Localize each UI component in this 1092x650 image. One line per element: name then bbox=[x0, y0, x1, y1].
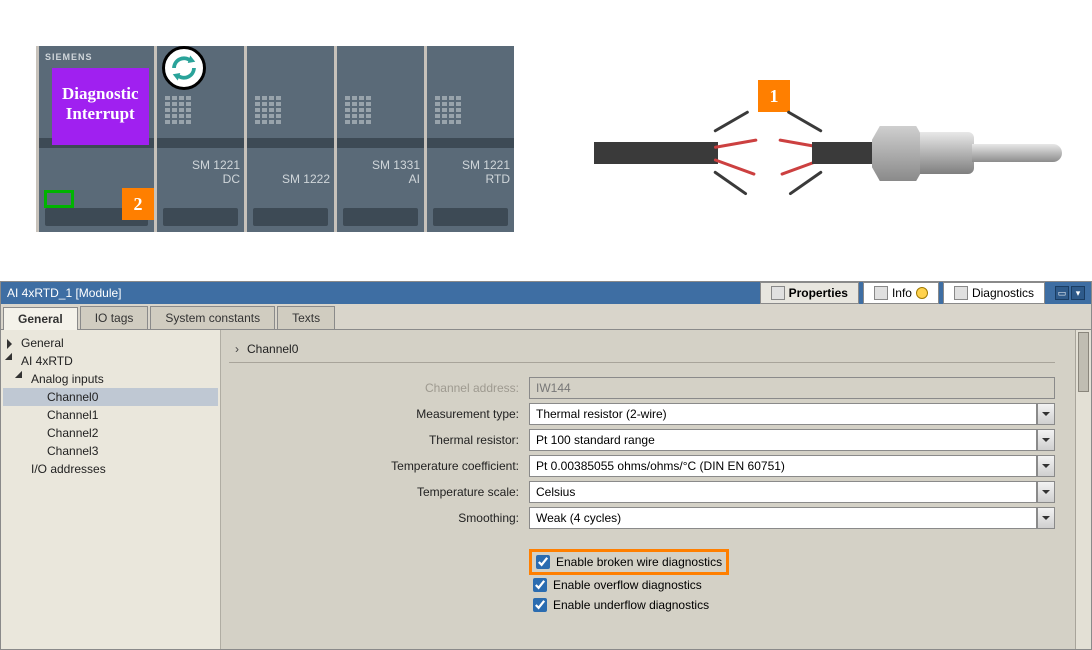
plc-module: SM 1221 RTD bbox=[424, 46, 514, 232]
temperature-scale-select[interactable] bbox=[529, 481, 1037, 503]
subtab-system-constants[interactable]: System constants bbox=[150, 306, 275, 329]
measurement-type-select[interactable] bbox=[529, 403, 1037, 425]
status-led bbox=[44, 190, 74, 208]
smoothing-label: Smoothing: bbox=[229, 511, 529, 525]
enable-underflow-checkbox[interactable] bbox=[533, 598, 547, 612]
info-badge-icon bbox=[916, 287, 928, 299]
tab-diagnostics[interactable]: Diagnostics bbox=[943, 282, 1045, 304]
module-label: SM 1331 AI bbox=[372, 158, 420, 186]
callout-1: 1 bbox=[758, 80, 790, 112]
section-title: Channel0 bbox=[229, 340, 1055, 363]
callout-2: 2 bbox=[122, 188, 154, 220]
tree-channel0[interactable]: Channel0 bbox=[3, 388, 218, 406]
thermal-resistor-label: Thermal resistor: bbox=[229, 433, 529, 447]
channel-address-field bbox=[529, 377, 1055, 399]
chevron-down-icon[interactable] bbox=[1037, 403, 1055, 425]
broken-wire-graphic bbox=[594, 124, 1064, 214]
chevron-down-icon[interactable] bbox=[1037, 507, 1055, 529]
module-label: SM 1221 DC bbox=[192, 158, 240, 186]
chevron-down-icon[interactable] bbox=[1037, 429, 1055, 451]
chevron-down-icon[interactable] bbox=[1037, 481, 1055, 503]
tree-module[interactable]: AI 4xRTD bbox=[3, 352, 218, 370]
subtabs: General IO tags System constants Texts bbox=[1, 304, 1091, 330]
tree-channel2[interactable]: Channel2 bbox=[3, 424, 218, 442]
nav-tree[interactable]: General AI 4xRTD Analog inputs Channel0 … bbox=[1, 330, 221, 649]
diagnostics-icon bbox=[954, 286, 968, 300]
titlebar: AI 4xRTD_1 [Module] Properties Info Diag… bbox=[1, 282, 1091, 304]
thermal-resistor-select[interactable] bbox=[529, 429, 1037, 451]
temperature-coefficient-select[interactable] bbox=[529, 455, 1037, 477]
measurement-type-label: Measurement type: bbox=[229, 407, 529, 421]
temperature-coefficient-label: Temperature coefficient: bbox=[229, 459, 529, 473]
subtab-io-tags[interactable]: IO tags bbox=[80, 306, 149, 329]
subtab-texts[interactable]: Texts bbox=[277, 306, 335, 329]
overflow-check-row: Enable overflow diagnostics bbox=[529, 575, 1055, 595]
tree-io-addresses[interactable]: I/O addresses bbox=[3, 460, 218, 478]
plc-module: SM 1221 DC bbox=[154, 46, 244, 232]
chevron-down-icon[interactable] bbox=[1037, 455, 1055, 477]
properties-icon bbox=[771, 286, 785, 300]
enable-broken-wire-label: Enable broken wire diagnostics bbox=[556, 555, 722, 569]
scrollbar[interactable] bbox=[1075, 330, 1091, 649]
channel-address-label: Channel address: bbox=[229, 381, 529, 395]
scrollbar-thumb[interactable] bbox=[1078, 332, 1089, 392]
plc-module: SM 1331 AI bbox=[334, 46, 424, 232]
broken-wire-check-row: Enable broken wire diagnostics bbox=[529, 549, 729, 575]
properties-window: AI 4xRTD_1 [Module] Properties Info Diag… bbox=[0, 281, 1092, 650]
tree-general[interactable]: General bbox=[3, 334, 218, 352]
enable-overflow-checkbox[interactable] bbox=[533, 578, 547, 592]
collapse-icon[interactable]: ▾ bbox=[1071, 286, 1085, 300]
underflow-check-row: Enable underflow diagnostics bbox=[529, 595, 1055, 615]
form-area: Channel0 Channel address: Measurement ty… bbox=[221, 330, 1091, 649]
brand-label: SIEMENS bbox=[45, 52, 93, 62]
plc-module: SM 1222 bbox=[244, 46, 334, 232]
plc-rack: SIEMENS SM 1221 DC SM 1222 SM 1331 AI SM… bbox=[36, 46, 514, 232]
info-icon bbox=[874, 286, 888, 300]
window-controls: ▭ ▾ bbox=[1055, 286, 1085, 300]
temperature-scale-label: Temperature scale: bbox=[229, 485, 529, 499]
tab-info[interactable]: Info bbox=[863, 282, 939, 304]
rtd-probe bbox=[872, 124, 1062, 184]
module-label: SM 1222 bbox=[282, 172, 330, 186]
enable-overflow-label: Enable overflow diagnostics bbox=[553, 578, 702, 592]
tree-channel1[interactable]: Channel1 bbox=[3, 406, 218, 424]
smoothing-select[interactable] bbox=[529, 507, 1037, 529]
tree-analog-inputs[interactable]: Analog inputs bbox=[3, 370, 218, 388]
tab-properties[interactable]: Properties bbox=[760, 282, 859, 304]
module-label: SM 1221 RTD bbox=[462, 158, 510, 186]
tree-channel3[interactable]: Channel3 bbox=[3, 442, 218, 460]
window-title: AI 4xRTD_1 [Module] bbox=[7, 286, 122, 300]
enable-underflow-label: Enable underflow diagnostics bbox=[553, 598, 709, 612]
subtab-general[interactable]: General bbox=[3, 307, 78, 330]
enable-broken-wire-checkbox[interactable] bbox=[536, 555, 550, 569]
device-illustration: SIEMENS SM 1221 DC SM 1222 SM 1331 AI SM… bbox=[0, 0, 1092, 236]
dock-icon[interactable]: ▭ bbox=[1055, 286, 1069, 300]
